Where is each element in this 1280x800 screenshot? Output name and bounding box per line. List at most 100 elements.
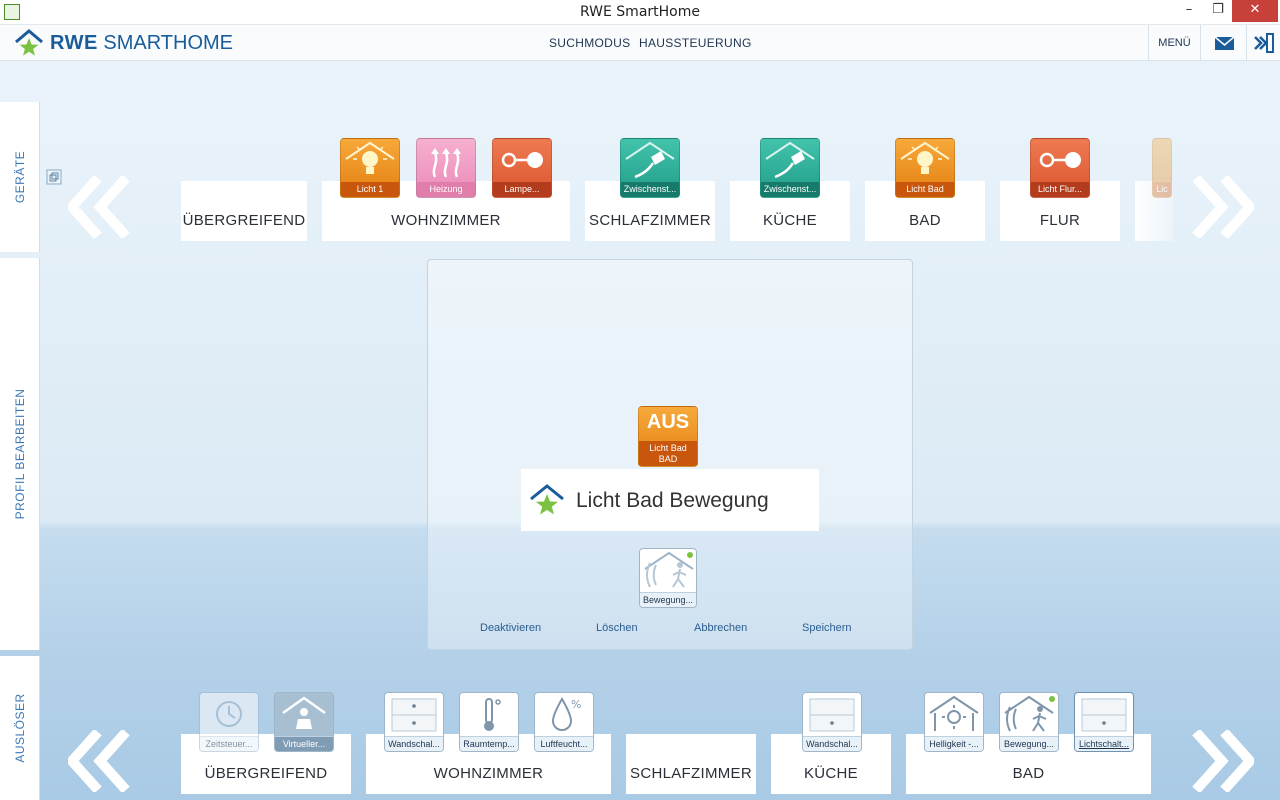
action-tile-room: BAD [658,454,678,464]
trigger-tile-zeitsteuerung[interactable]: Zeitsteuer... [199,692,259,752]
house-star-icon [530,484,564,515]
minimize-button[interactable]: – [1174,0,1204,22]
lightbulb-icon [900,141,950,174]
tab-profil-bearbeiten[interactable]: PROFIL BEARBEITEN [0,258,40,650]
trigger-room-schlafzimmer[interactable]: SCHLAFZIMMER [626,734,756,794]
device-tile-licht-bad[interactable]: Licht Bad [895,138,955,198]
profile-trigger-tile-bewegung[interactable]: Bewegung... [639,548,697,608]
action-state: AUS [646,411,690,433]
tab-geraete[interactable]: GERÄTE [0,102,40,252]
device-tile-licht-flur[interactable]: Licht Flur... [1030,138,1090,198]
tab-geraete-label: GERÄTE [12,150,27,204]
logout-button[interactable] [1246,25,1280,61]
room-name: SCHLAFZIMMER [630,765,752,782]
trigger-tile-label: Bewegung... [1000,736,1058,751]
window-title: RWE SmartHome [580,4,700,20]
device-tile-label: Licht Bad [896,182,954,197]
humidity-icon: % [551,697,581,731]
room-name: SCHLAFZIMMER [589,212,711,229]
logo-text: RWE SMARTHOME [50,32,233,55]
status-dot [1049,696,1055,702]
trigger-tile-label: Lichtschalt... [1075,736,1133,751]
collapse-icon[interactable] [46,169,62,185]
abbrechen-button[interactable]: Abbrechen [694,622,747,634]
trigger-tile-bewegungsmelder[interactable]: Bewegung... [999,692,1059,752]
wall-switch-icon [391,698,437,732]
trigger-tile-virtueller-bewohner[interactable]: Virtueller... [274,692,334,752]
clock-icon [216,701,242,727]
lamp-switch-icon [501,152,543,168]
device-tile-label: Licht Flur... [1031,182,1089,197]
restore-button[interactable]: ❐ [1203,0,1233,22]
logo-text-light: SMARTHOME [103,31,234,54]
messages-button[interactable] [1200,25,1246,61]
heating-icon [431,148,461,178]
trigger-tile-label: Luftfeucht... [535,736,593,751]
room-name: BAD [909,212,941,229]
light-switch-icon [1081,698,1127,732]
profile-title-box: Licht Bad Bewegung [521,469,819,531]
trigger-tile-label: Wandschal... [385,736,443,751]
nav-haussteuerung[interactable]: HAUSSTEUERUNG [639,36,752,50]
virtual-resident-icon [282,696,326,729]
envelope-icon [1214,36,1235,50]
room-name: WOHNZIMMER [433,765,544,782]
svg-text:%: % [571,698,581,711]
device-tile-label: Licht 1 [341,182,399,197]
app-header: RWE SMARTHOME SUCHMODUS HAUSSTEUERUNG ME… [0,25,1280,61]
profile-title[interactable]: Licht Bad Bewegung [576,489,769,513]
trigger-tile-label: Bewegung... [640,592,696,607]
main-area: GERÄTE PROFIL BEARBEITEN AUSLÖSER ÜBERGR… [0,61,1280,800]
device-tile-heizung[interactable]: Heizung [416,138,476,198]
device-tile-label: Zwischenst... [621,182,679,197]
device-tile-zwischenstecker-schlafzimmer[interactable]: Zwischenst... [620,138,680,198]
device-tile-licht-1[interactable]: Licht 1 [340,138,400,198]
action-tile-caption: Licht Bad BAD [639,441,697,466]
room-name: KÜCHE [803,765,858,782]
plug-icon [625,141,675,179]
close-button[interactable]: ✕ [1232,0,1278,22]
room-name: WOHNZIMMER [391,212,501,229]
room-name: ÜBERGREIFEND [204,765,328,782]
triggers-prev-arrow[interactable] [68,730,130,792]
trigger-tile-helligkeit[interactable]: Helligkeit -... [924,692,984,752]
tab-ausloeser-label: AUSLÖSER [12,693,27,763]
device-tile-label: Zwischenst... [761,182,819,197]
devices-prev-arrow[interactable] [68,176,130,238]
logout-icon [1254,33,1274,53]
triggers-next-arrow[interactable] [1192,730,1254,792]
tab-ausloeser[interactable]: AUSLÖSER [0,656,40,800]
device-tile-label: Lampe... [493,182,551,197]
menu-button[interactable]: MENÜ [1148,25,1200,61]
trigger-tile-label: Helligkeit -... [925,736,983,751]
loeschen-button[interactable]: Löschen [596,622,638,634]
room-name: ÜBERGREIFEND [182,212,306,229]
brightness-icon [929,695,979,731]
trigger-tile-luftfeuchtigkeit[interactable]: % Luftfeucht... [534,692,594,752]
nav-suchmodus[interactable]: SUCHMODUS [549,36,630,50]
devices-next-arrow[interactable] [1192,176,1254,238]
window-titlebar: RWE SmartHome – ❐ ✕ [0,0,1280,25]
device-tile-label: Heizung [417,182,475,197]
house-star-icon [14,28,44,58]
trigger-tile-wandschalter-wohnzimmer[interactable]: Wandschal... [384,692,444,752]
device-tile-zwischenstecker-kueche[interactable]: Zwischenst... [760,138,820,198]
room-name: FLUR [1039,212,1081,229]
device-tile-label: Lic [1153,182,1171,197]
lightbulb-icon [345,141,395,174]
thermometer-icon [484,698,501,731]
plug-icon [765,141,815,179]
trigger-tile-wandschalter-kueche[interactable]: Wandschal... [802,692,862,752]
room-name: BAD [1012,765,1045,782]
lamp-switch-icon [1039,152,1081,168]
device-room-uebergreifend[interactable]: ÜBERGREIFEND [181,181,307,241]
rwe-smarthome-logo[interactable]: RWE SMARTHOME [14,28,233,58]
device-tile-lampe[interactable]: Lampe... [492,138,552,198]
logo-text-bold: RWE [50,31,98,54]
trigger-tile-label: Raumtemp... [460,736,518,751]
trigger-tile-lichtschalter[interactable]: Lichtschalt... [1074,692,1134,752]
action-tile-licht-bad[interactable]: AUS Licht Bad BAD [638,406,698,467]
deaktivieren-button[interactable]: Deaktivieren [480,622,541,634]
speichern-button[interactable]: Speichern [802,622,852,634]
trigger-tile-raumtemperatur[interactable]: Raumtemp... [459,692,519,752]
